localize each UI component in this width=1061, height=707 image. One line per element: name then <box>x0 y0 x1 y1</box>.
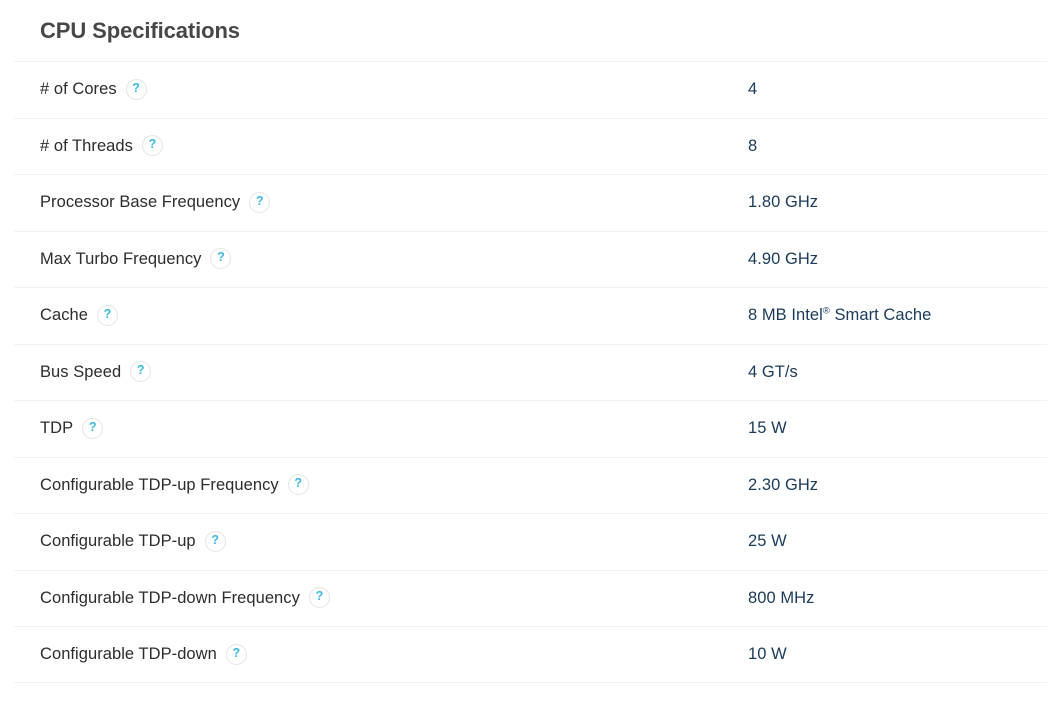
question-mark-help-icon[interactable]: ? <box>249 191 271 213</box>
help-icon-glyph: ? <box>315 589 324 604</box>
spec-value-cell: 800 MHz <box>748 570 814 627</box>
table-row: # of Threads? 8 <box>0 117 1061 175</box>
spec-value-suffix: Smart Cache <box>829 306 932 325</box>
cpu-specifications-panel: CPU Specifications # of Cores? 4 # of Thre… <box>0 0 1061 707</box>
help-icon-glyph: ? <box>132 80 140 95</box>
table-row: Cache? 8 MB Intel® Smart Cache <box>0 287 1061 344</box>
spec-label: Configurable TDP-up Frequency <box>40 475 279 494</box>
help-icon-glyph: ? <box>103 306 112 321</box>
question-mark-help-icon[interactable]: ? <box>125 78 147 100</box>
table-row: Bus Speed? 4 GT/s <box>0 343 1061 401</box>
registered-trademark-symbol: ® <box>822 305 830 317</box>
spec-label: Configurable TDP-down <box>40 645 217 664</box>
question-mark-help-icon[interactable]: ? <box>225 643 247 665</box>
spec-label: # of Cores <box>40 80 117 99</box>
help-icon-glyph: ? <box>294 476 302 491</box>
help-icon-glyph: ? <box>217 250 225 265</box>
spec-value-cell: 8 <box>748 118 757 175</box>
table-row: Configurable TDP-up Frequency? 2.30 GHz <box>0 456 1061 514</box>
help-icon-glyph: ? <box>148 137 157 152</box>
spec-value-cell: 4.90 GHz <box>748 231 818 288</box>
table-row: Configurable TDP-down Frequency? 800 MHz <box>0 569 1061 627</box>
help-icon-glyph: ? <box>88 419 97 434</box>
spec-value-cell: 4 GT/s <box>748 344 798 401</box>
table-row: Processor Base Frequency? 1.80 GHz <box>0 174 1061 231</box>
question-mark-help-icon[interactable]: ? <box>82 417 104 439</box>
help-icon-glyph: ? <box>232 645 241 660</box>
question-mark-help-icon[interactable]: ? <box>287 474 309 496</box>
spec-value-cell: 4 <box>748 61 757 118</box>
spec-value: 2.30 GHz <box>748 475 819 494</box>
spec-label-cell: Configurable TDP-up Frequency? <box>40 457 309 514</box>
spec-value: 10 W <box>748 645 787 664</box>
spec-label: Max Turbo Frequency <box>40 249 202 268</box>
page-title: CPU Specifications <box>40 18 240 43</box>
spec-label: # of Threads <box>40 136 133 155</box>
spec-label: Configurable TDP-down Frequency <box>40 588 300 607</box>
spec-label-cell: Configurable TDP-down Frequency? <box>40 570 330 627</box>
spec-label: Configurable TDP-up <box>40 532 196 551</box>
spec-value: 1.80 GHz <box>748 193 819 212</box>
spec-value-text: 8 MB Intel <box>748 306 823 325</box>
question-mark-help-icon[interactable]: ? <box>130 361 152 383</box>
spec-value: 8 <box>748 136 758 155</box>
help-icon-glyph: ? <box>136 363 145 378</box>
spec-label-cell: Bus Speed? <box>40 344 152 401</box>
spec-label: TDP <box>40 419 74 438</box>
spec-value: 800 MHz <box>748 588 815 607</box>
spec-label-cell: Processor Base Frequency? <box>40 174 271 231</box>
spec-value: 25 W <box>748 532 787 551</box>
table-row: Configurable TDP-down? 10 W <box>0 626 1061 683</box>
spec-label-cell: Max Turbo Frequency? <box>40 231 232 288</box>
spec-value-cell: 1.80 GHz <box>748 174 818 231</box>
spec-label: Cache <box>40 306 88 325</box>
table-row: Max Turbo Frequency? 4.90 GHz <box>0 230 1061 288</box>
spec-value: 15 W <box>748 419 787 438</box>
spec-value: 4 GT/s <box>748 362 798 381</box>
spec-value-cell: 15 W <box>748 400 787 457</box>
specifications-table: # of Cores? 4 # of Threads? 8 Processor Base… <box>0 61 1061 683</box>
question-mark-help-icon[interactable]: ? <box>96 304 118 326</box>
spec-label-cell: Configurable TDP-up? <box>40 513 226 570</box>
spec-label: Processor Base Frequency <box>40 193 241 212</box>
question-mark-help-icon[interactable]: ? <box>204 530 226 552</box>
spec-value: 4.90 GHz <box>748 249 819 268</box>
spec-label-cell: Configurable TDP-down? <box>40 626 247 683</box>
help-icon-glyph: ? <box>211 532 219 547</box>
spec-value: 8 MB Intel® Smart Cache <box>748 305 931 325</box>
spec-value-cell: 25 W <box>748 513 787 570</box>
question-mark-help-icon[interactable]: ? <box>141 135 163 157</box>
spec-value-cell: 8 MB Intel® Smart Cache <box>748 287 931 344</box>
table-row: Configurable TDP-up? 25 W <box>0 513 1061 570</box>
table-row: TDP? 15 W <box>0 400 1061 457</box>
spec-value-cell: 2.30 GHz <box>748 457 818 514</box>
spec-label-cell: # of Threads? <box>40 118 163 175</box>
question-mark-help-icon[interactable]: ? <box>210 248 232 270</box>
spec-value-cell: 10 W <box>748 626 787 683</box>
spec-label: Bus Speed <box>40 362 122 381</box>
spec-label-cell: # of Cores? <box>40 61 147 118</box>
spec-label-cell: Cache? <box>40 287 118 344</box>
help-icon-glyph: ? <box>255 193 264 208</box>
spec-value: 4 <box>748 80 758 99</box>
table-row: # of Cores? 4 <box>0 61 1061 118</box>
spec-label-cell: TDP? <box>40 400 104 457</box>
question-mark-help-icon[interactable]: ? <box>308 587 330 609</box>
